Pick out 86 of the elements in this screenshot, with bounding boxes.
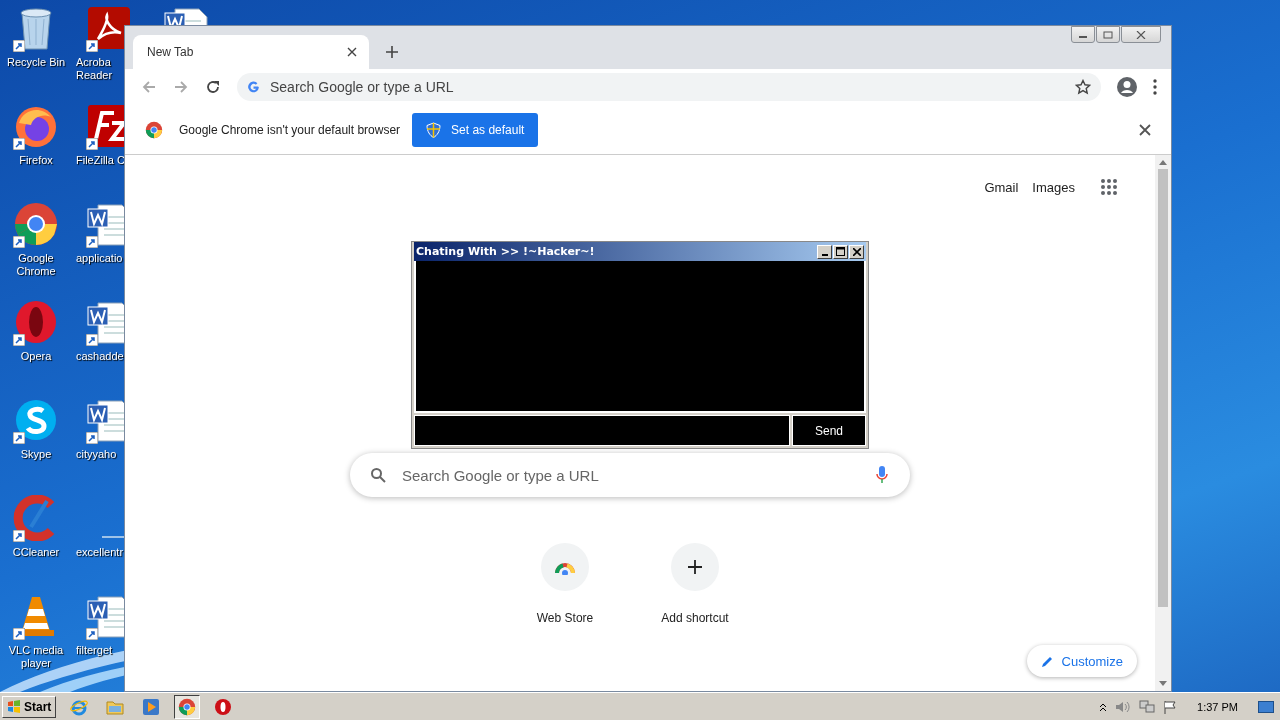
shortcut-arrow-icon bbox=[13, 432, 25, 444]
infobar-message: Google Chrome isn't your default browser bbox=[179, 122, 401, 137]
customize-button[interactable]: Customize bbox=[1026, 645, 1137, 677]
desktop-icon-label[interactable]: Google Chrome bbox=[0, 252, 72, 278]
maximize-button[interactable] bbox=[833, 244, 848, 259]
desktop-icon-label[interactable]: cityyaho bbox=[76, 448, 117, 461]
taskbar-app-button[interactable] bbox=[174, 694, 201, 719]
close-button[interactable] bbox=[1121, 26, 1161, 43]
scroll-up-icon[interactable] bbox=[1159, 159, 1167, 165]
desktop-icon-label[interactable]: FileZilla C bbox=[76, 154, 125, 167]
google-g-icon bbox=[247, 80, 260, 94]
chrome-icon bbox=[13, 201, 59, 247]
header-link[interactable]: Gmail bbox=[984, 179, 1019, 195]
desktop-icon-label[interactable]: Skype bbox=[20, 448, 52, 461]
address-input[interactable]: Search Google or type a URL bbox=[268, 78, 1067, 96]
restore-button[interactable] bbox=[1096, 26, 1120, 43]
shortcut-arrow-icon bbox=[86, 236, 98, 248]
shield-icon bbox=[426, 121, 442, 138]
desktop-icon-label[interactable]: VLC media player bbox=[0, 644, 72, 670]
window-title: Chating With >> !~Hacker~! bbox=[416, 245, 595, 258]
search-input[interactable]: Search Google or type a URL bbox=[400, 465, 862, 485]
menu-icon[interactable] bbox=[1153, 79, 1157, 95]
desktop-icon-label[interactable]: cashadde bbox=[76, 350, 124, 363]
media-player-icon bbox=[142, 697, 161, 716]
desktop-icon-label[interactable]: Opera bbox=[20, 350, 52, 363]
shortcut-tile[interactable] bbox=[541, 543, 589, 591]
scrollbar[interactable] bbox=[1155, 155, 1171, 691]
new-tab-icon[interactable] bbox=[385, 45, 399, 59]
shortcut-label[interactable]: Add shortcut bbox=[661, 611, 729, 625]
close-icon bbox=[1136, 30, 1146, 39]
minimize-icon bbox=[821, 253, 828, 256]
microphone-icon[interactable] bbox=[876, 466, 888, 484]
pencil-icon bbox=[1040, 654, 1054, 668]
shortcut-arrow-icon bbox=[86, 432, 98, 444]
shortcut-arrow-icon bbox=[86, 138, 98, 150]
chrome-icon bbox=[178, 697, 197, 716]
star-icon[interactable] bbox=[1075, 79, 1091, 95]
reload-icon[interactable] bbox=[205, 79, 221, 95]
close-icon[interactable] bbox=[347, 47, 357, 57]
account-icon[interactable] bbox=[1117, 77, 1137, 97]
start-button[interactable]: Start bbox=[2, 695, 57, 718]
desktop-icon-label[interactable]: CCleaner bbox=[12, 546, 60, 559]
scroll-down-icon[interactable] bbox=[1159, 681, 1167, 687]
set-default-button[interactable]: Set as default bbox=[412, 112, 539, 147]
shortcut-arrow-icon bbox=[13, 138, 25, 150]
clock[interactable]: 1:37 PM bbox=[1197, 700, 1238, 713]
search-field[interactable]: Search Google or type a URL bbox=[350, 453, 910, 497]
close-icon[interactable] bbox=[1139, 123, 1151, 136]
shortcut-arrow-icon bbox=[86, 40, 98, 52]
flag-icon[interactable] bbox=[1163, 699, 1178, 714]
desktop-icon-label[interactable]: Recycle Bin bbox=[6, 56, 66, 69]
apps-grid-icon[interactable] bbox=[1101, 179, 1117, 195]
maximize-icon bbox=[836, 247, 845, 256]
minimize-button[interactable] bbox=[1071, 26, 1095, 43]
skype-icon bbox=[13, 397, 59, 443]
chrome-icon bbox=[145, 120, 163, 139]
opera-icon bbox=[214, 697, 233, 716]
shortcut-arrow-icon bbox=[13, 530, 25, 542]
browser-tab[interactable]: New Tab bbox=[133, 35, 369, 69]
show-desktop-icon[interactable] bbox=[1258, 700, 1274, 713]
plus-icon bbox=[688, 560, 702, 574]
address-bar[interactable]: Search Google or type a URL bbox=[237, 73, 1101, 101]
shortcut-arrow-icon bbox=[13, 334, 25, 346]
message-input[interactable] bbox=[414, 415, 790, 446]
desktop-icon-label[interactable]: Firefox bbox=[19, 154, 53, 167]
opera-icon bbox=[13, 299, 59, 345]
folder-icon bbox=[106, 698, 125, 715]
shortcut-arrow-icon bbox=[86, 628, 98, 640]
shortcut-arrow-icon bbox=[13, 628, 25, 640]
network-icon[interactable] bbox=[1139, 699, 1156, 714]
shortcut-arrow-icon bbox=[86, 334, 98, 346]
desktop-icon-label[interactable]: filterget bbox=[76, 644, 113, 657]
shortcut-arrow-icon bbox=[13, 40, 25, 52]
desktop-icon-label[interactable]: excellentr bbox=[76, 546, 124, 559]
header-link[interactable]: Images bbox=[1032, 179, 1075, 195]
restore-icon bbox=[1103, 30, 1113, 39]
chevron-up-icon[interactable] bbox=[1099, 701, 1108, 712]
shortcut-label[interactable]: Web Store bbox=[536, 611, 594, 625]
desktop-icon-label[interactable]: Acroba Reader bbox=[76, 56, 126, 82]
desktop-icon-label[interactable]: applicatio bbox=[76, 252, 123, 265]
add-shortcut-button[interactable] bbox=[671, 543, 719, 591]
close-icon bbox=[852, 247, 861, 256]
send-button[interactable]: Send bbox=[792, 415, 866, 446]
windows-logo-icon bbox=[7, 699, 21, 714]
shortcut-arrow-icon bbox=[13, 236, 25, 248]
search-icon bbox=[370, 467, 386, 483]
